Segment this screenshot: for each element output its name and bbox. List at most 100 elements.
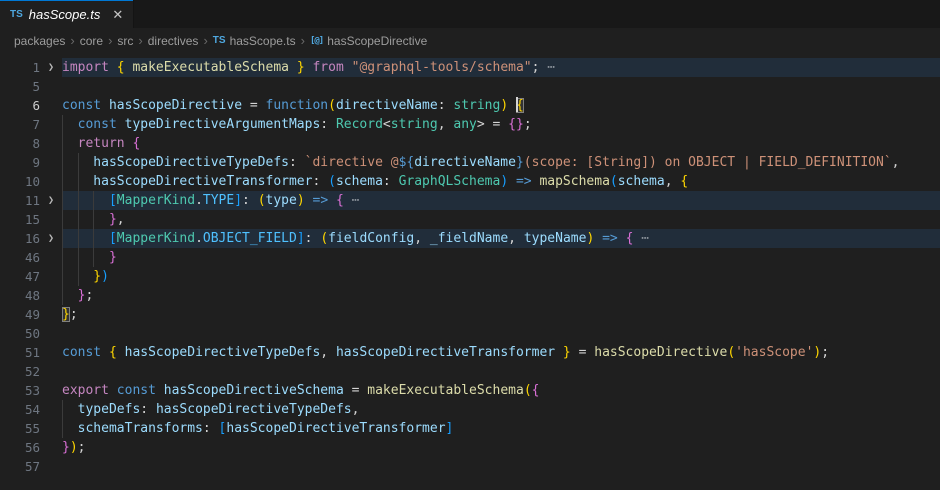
code-token: }	[62, 440, 70, 455]
gutter: 15	[0, 210, 62, 229]
breadcrumb-symbol-label: hasScopeDirective	[327, 34, 427, 48]
typescript-file-icon: TS	[10, 9, 23, 20]
breadcrumb-separator-icon: ›	[106, 33, 114, 48]
text-cursor	[516, 97, 518, 112]
code-token: ,	[665, 174, 681, 189]
code-line[interactable]: 46 }	[0, 248, 940, 267]
line-number: 48	[0, 286, 40, 305]
fold-chevron-icon[interactable]: ❯	[40, 229, 62, 248]
code-line[interactable]: 10 hasScopeDirectiveTransformer: (schema…	[0, 172, 940, 191]
gutter: 6	[0, 96, 62, 115]
code-token: ,	[438, 117, 454, 132]
code-token: {	[532, 383, 540, 398]
code-line[interactable]: 5	[0, 77, 940, 96]
code-line[interactable]: 15 },	[0, 210, 940, 229]
indent-guide	[62, 248, 63, 267]
code-line[interactable]: 54 typeDefs: hasScopeDirectiveTypeDefs,	[0, 400, 940, 419]
fold-chevron-placeholder	[40, 267, 62, 286]
breadcrumb-separator-icon: ›	[68, 33, 76, 48]
code-line[interactable]: 53export const hasScopeDirectiveSchema =…	[0, 381, 940, 400]
code-token: =	[344, 383, 367, 398]
code-content	[62, 324, 940, 343]
gutter: 47	[0, 267, 62, 286]
code-token: hasScopeDirectiveTypeDefs	[156, 402, 352, 417]
code-line[interactable]: 6const hasScopeDirective = function(dire…	[0, 96, 940, 115]
code-content: hasScopeDirectiveTypeDefs: `directive @$…	[62, 153, 940, 172]
code-token: typeName	[524, 231, 587, 246]
code-editor[interactable]: 1❯import { makeExecutableSchema } from "…	[0, 52, 940, 476]
breadcrumb-item-directives[interactable]: directives	[148, 34, 199, 48]
code-token: export	[62, 383, 109, 398]
code-line[interactable]: 9 hasScopeDirectiveTypeDefs: `directive …	[0, 153, 940, 172]
indent-guide	[62, 400, 63, 419]
line-number: 8	[0, 134, 40, 153]
line-number: 16	[0, 229, 40, 248]
code-line[interactable]: 16❯ [MapperKind.OBJECT_FIELD]: (fieldCon…	[0, 229, 940, 248]
fold-chevron-placeholder	[40, 381, 62, 400]
code-line[interactable]: 8 return {	[0, 134, 940, 153]
code-line[interactable]: 52	[0, 362, 940, 381]
fold-chevron-placeholder	[40, 153, 62, 172]
gutter: 7	[0, 115, 62, 134]
code-token: ;	[70, 307, 78, 322]
breadcrumb-item-src[interactable]: src	[117, 34, 133, 48]
breadcrumb-separator-icon: ›	[136, 33, 144, 48]
line-number: 1	[0, 58, 40, 77]
breadcrumb-item-packages[interactable]: packages	[14, 34, 65, 48]
code-token: )	[101, 269, 109, 284]
code-line[interactable]: 1❯import { makeExecutableSchema } from "…	[0, 58, 940, 77]
code-token: {	[109, 345, 125, 360]
code-token: directiveName	[336, 98, 438, 113]
code-token: hasScopeDirective	[594, 345, 727, 360]
breadcrumb-item-core[interactable]: core	[80, 34, 103, 48]
tab-hasscope[interactable]: TS hasScope.ts ✕	[0, 0, 134, 28]
tab-title: hasScope.ts	[29, 7, 101, 22]
code-token: (	[328, 98, 336, 113]
indent-guide	[62, 134, 63, 153]
code-token: hasScopeDirectiveTransformer	[336, 345, 555, 360]
code-token: (	[727, 345, 735, 360]
indent-guide	[78, 191, 79, 210]
code-line[interactable]: 50	[0, 324, 940, 343]
gutter: 57	[0, 457, 62, 476]
code-content: }	[62, 248, 940, 267]
code-line[interactable]: 57	[0, 457, 940, 476]
code-token	[508, 98, 516, 113]
gutter: 16❯	[0, 229, 62, 248]
code-token: [	[62, 193, 117, 208]
code-token: :	[320, 117, 336, 132]
code-content	[62, 77, 940, 96]
code-token: schema	[618, 174, 665, 189]
code-token: }	[555, 345, 571, 360]
code-line[interactable]: 7 const typeDirectiveArgumentMaps: Recor…	[0, 115, 940, 134]
line-number: 46	[0, 248, 40, 267]
close-icon[interactable]: ✕	[112, 8, 123, 21]
code-token: ;	[85, 288, 93, 303]
code-token: ,	[117, 212, 125, 227]
code-line[interactable]: 47 })	[0, 267, 940, 286]
fold-chevron-icon[interactable]: ❯	[40, 191, 62, 210]
line-number: 54	[0, 400, 40, 419]
line-number: 50	[0, 324, 40, 343]
line-number: 52	[0, 362, 40, 381]
code-token: ;	[78, 440, 86, 455]
code-line[interactable]: 56});	[0, 438, 940, 457]
code-token: =	[250, 98, 266, 113]
code-content: const { hasScopeDirectiveTypeDefs, hasSc…	[62, 343, 940, 362]
code-token: ,	[414, 231, 430, 246]
breadcrumb-item-file[interactable]: TShasScope.ts	[213, 34, 296, 48]
code-line[interactable]: 55 schemaTransforms: [hasScopeDirectiveT…	[0, 419, 940, 438]
code-token: :	[312, 174, 328, 189]
code-line[interactable]: 11❯ [MapperKind.TYPE]: (type) => { ⋯	[0, 191, 940, 210]
line-number: 15	[0, 210, 40, 229]
gutter: 54	[0, 400, 62, 419]
fold-chevron-icon[interactable]: ❯	[40, 58, 62, 77]
code-line[interactable]: 49};	[0, 305, 940, 324]
gutter: 49	[0, 305, 62, 324]
code-line[interactable]: 51const { hasScopeDirectiveTypeDefs, has…	[0, 343, 940, 362]
code-token: ⋯	[539, 60, 555, 75]
gutter: 46	[0, 248, 62, 267]
breadcrumb-item-symbol[interactable]: [@]hasScopeDirective	[310, 34, 427, 48]
code-token: [	[62, 231, 117, 246]
code-line[interactable]: 48 };	[0, 286, 940, 305]
